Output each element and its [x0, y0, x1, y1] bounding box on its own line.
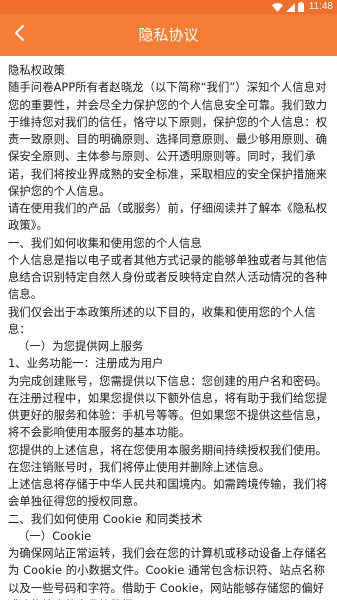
policy-section-title: 一、我们如何收集和使用您的个人信息 — [8, 236, 202, 250]
status-time: 11:48 — [308, 1, 333, 12]
policy-paragraph: 请在使用我们的产品（或服务）前，仔细阅读并了解本《隐私权政策》。 — [8, 202, 328, 233]
policy-section-title: 二、我们如何使用 Cookie 和同类技术 — [8, 512, 203, 526]
privacy-policy-content[interactable]: 隐私权政策 随手问卷APP所有者赵晓龙（以下简称“我们”）深知个人信息对您的重要… — [8, 62, 331, 600]
battery-icon — [297, 2, 304, 12]
policy-heading: 隐私权政策 — [8, 64, 65, 77]
policy-subsection-title: （一）为您提供网上服务 — [18, 340, 144, 353]
back-button[interactable] — [4, 19, 36, 51]
policy-paragraph: 我们仅会出于本政策所述的以下目的，收集和使用您的个人信息： — [8, 305, 316, 336]
wifi-icon — [271, 2, 283, 12]
chevron-left-icon — [13, 24, 27, 46]
page-title: 隐私协议 — [138, 26, 199, 44]
signal-icon — [285, 2, 295, 12]
policy-paragraph: 随手问卷APP所有者赵晓龙（以下简称“我们”）深知个人信息对您的重要性，并会尽全… — [8, 81, 328, 198]
status-icons: 11:48 — [271, 0, 333, 14]
policy-paragraph: 为确保网站正常运转，我们会在您的计算机或移动设备上存储名为 Cookie 的小数… — [8, 547, 328, 600]
policy-subsection-title: （一）Cookie — [18, 529, 92, 543]
policy-item-title: 1、业务功能一：注册成为用户 — [8, 357, 164, 371]
status-bar: 11:48 — [0, 0, 337, 14]
policy-paragraph: 为完成创建账号，您需提供以下信息：您创建的用户名和密码。 — [8, 374, 328, 388]
policy-paragraph: 上述信息将存储于中华人民共和国境内。如需跨境传输，我们将会单独征得您的授权同意。 — [8, 478, 328, 509]
app-bar: 隐私协议 — [0, 14, 337, 56]
policy-paragraph: 您提供的上述信息，将在您使用本服务期间持续授权我们使用。在您注销账号时，我们将停… — [8, 443, 328, 474]
policy-paragraph: 在注册过程中，如果您提供以下额外信息，将有助于我们给您提供更好的服务和体验：手机… — [8, 391, 328, 440]
policy-paragraph: 个人信息是指以电子或者其他方式记录的能够单独或者与其他信息结合识别特定自然人身份… — [8, 253, 328, 302]
